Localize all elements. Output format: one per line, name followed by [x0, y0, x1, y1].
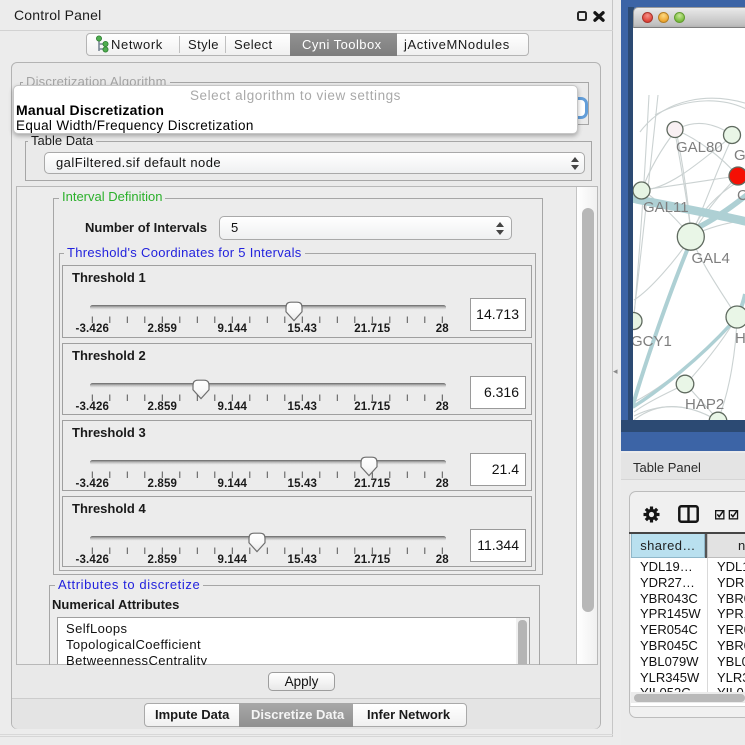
svg-text:GAL11: GAL11	[643, 199, 689, 216]
svg-text:GCY1: GCY1	[633, 333, 672, 350]
svg-text:HA: HA	[735, 330, 745, 347]
svg-text:GA: GA	[734, 147, 745, 164]
svg-text:GAL4: GAL4	[692, 250, 730, 267]
svg-text:GAL80: GAL80	[676, 139, 723, 156]
svg-text:CY: CY	[737, 187, 745, 204]
svg-text:HAP2: HAP2	[685, 396, 724, 413]
